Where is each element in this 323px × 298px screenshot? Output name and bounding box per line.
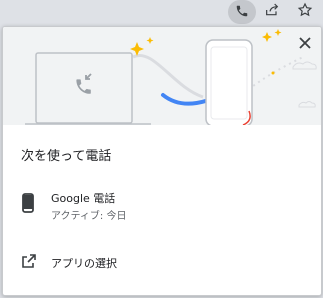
close-icon (299, 34, 311, 53)
close-button[interactable] (295, 33, 315, 53)
open-app-item[interactable]: アプリの選択 (3, 249, 321, 275)
bookmark-button[interactable] (291, 0, 319, 24)
dialog-title: 次を使って電話 (21, 149, 112, 164)
device-status: アクティブ: 今日 (51, 211, 127, 222)
phone-icon (235, 3, 249, 22)
open-app-label: アプリの選択 (51, 257, 117, 270)
device-name: Google 電話 (51, 192, 116, 205)
browser-toolbar (0, 0, 323, 24)
share-button[interactable] (258, 0, 286, 24)
device-item-google-phone[interactable]: Google 電話 アクティブ: 今日 (3, 185, 321, 225)
smartphone-icon (21, 193, 35, 217)
laptop-illustration (35, 52, 133, 124)
share-icon (264, 2, 280, 22)
click-to-call-dialog: 次を使って電話 Google 電話 アクティブ: 今日 アプリの選択 (2, 26, 322, 296)
hero-illustration (3, 27, 321, 125)
click-to-call-button[interactable] (228, 0, 256, 24)
bookmark-star-icon (297, 2, 313, 22)
open-external-icon (21, 253, 37, 273)
